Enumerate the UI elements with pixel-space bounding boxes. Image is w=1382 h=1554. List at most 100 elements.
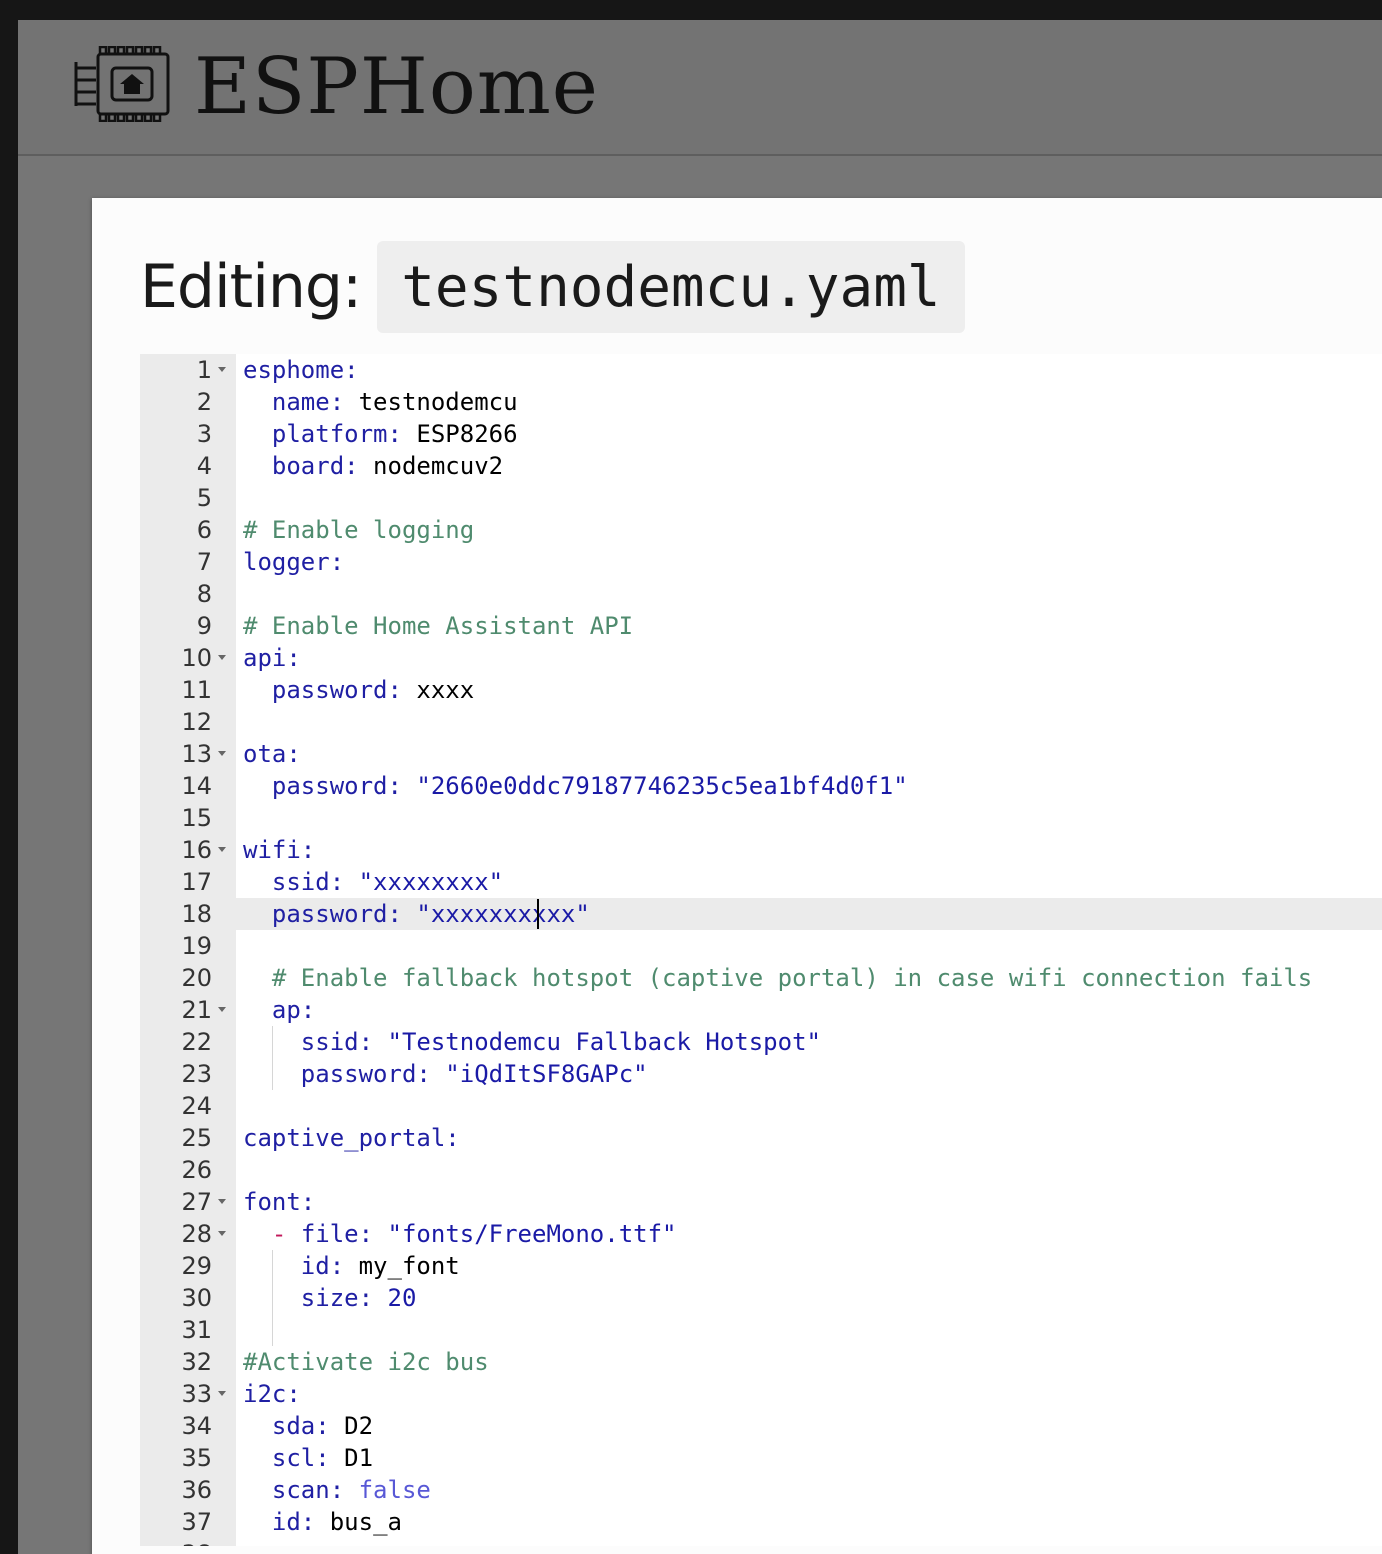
code-line[interactable]: 8 xyxy=(140,578,1382,610)
line-number: 26 xyxy=(181,1156,212,1184)
code-line[interactable]: 29 id: my_font xyxy=(140,1250,1382,1282)
code-text: i2c: xyxy=(243,1378,301,1410)
code-line[interactable]: 31 xyxy=(140,1314,1382,1346)
indent-guide xyxy=(272,1026,273,1090)
code-token: board: xyxy=(271,452,359,480)
code-line[interactable]: 15 xyxy=(140,802,1382,834)
code-line[interactable]: 11 password: xxxx xyxy=(140,674,1382,706)
code-token: "xxxxxxxxxx" xyxy=(416,900,590,928)
code-line[interactable]: 33 i2c: xyxy=(140,1378,1382,1410)
line-number: 32 xyxy=(181,1348,212,1376)
fold-toggle-icon[interactable] xyxy=(218,367,226,372)
code-token: "iQdItSF8GAPc" xyxy=(445,1060,648,1088)
code-token: "Testnodemcu Fallback Hotspot" xyxy=(387,1028,821,1056)
fold-toggle-icon[interactable] xyxy=(218,1391,226,1396)
code-lines[interactable]: 1 esphome: 2 name: testnodemcu 3 platform: … xyxy=(140,354,1382,1546)
line-number: 8 xyxy=(196,580,212,608)
code-line[interactable]: 4 board: nodemcuv2 xyxy=(140,450,1382,482)
line-number: 6 xyxy=(196,516,212,544)
fold-toggle-icon[interactable] xyxy=(218,655,226,660)
code-line[interactable]: 18 password: "xxxxxxxxxx" xyxy=(140,898,1382,930)
code-text: # Enable Home Assistant API xyxy=(243,610,633,642)
code-line[interactable]: 27 font: xyxy=(140,1186,1382,1218)
code-line[interactable]: 38 xyxy=(140,1538,1382,1546)
code-line[interactable]: 16 wifi: xyxy=(140,834,1382,866)
code-line[interactable]: 37 id: bus_a xyxy=(140,1506,1382,1538)
code-line[interactable]: 5 xyxy=(140,482,1382,514)
code-line[interactable]: 13 ota: xyxy=(140,738,1382,770)
line-number: 3 xyxy=(196,420,212,448)
code-text: captive_portal: xyxy=(243,1122,460,1154)
code-text: ota: xyxy=(243,738,301,770)
code-token: "2660e0ddc79187746235c5ea1bf4d0f1" xyxy=(416,772,908,800)
line-number: 33 xyxy=(181,1380,212,1408)
line-number: 17 xyxy=(181,868,212,896)
line-number: 11 xyxy=(181,676,212,704)
line-number: 22 xyxy=(181,1028,212,1056)
code-editor[interactable]: 1 esphome: 2 name: testnodemcu 3 platform: … xyxy=(140,354,1382,1546)
fold-toggle-icon[interactable] xyxy=(218,1199,226,1204)
code-line[interactable]: 14 password: "2660e0ddc79187746235c5ea1b… xyxy=(140,770,1382,802)
code-line[interactable]: 28 - file: "fonts/FreeMono.ttf" xyxy=(140,1218,1382,1250)
code-token: ESP8266 xyxy=(401,420,518,448)
code-text: name: testnodemcu xyxy=(243,386,518,418)
code-line[interactable]: 3 platform: ESP8266 xyxy=(140,418,1382,450)
code-line[interactable]: 6 # Enable logging xyxy=(140,514,1382,546)
code-token: - xyxy=(271,1220,287,1248)
code-text: scl: D1 xyxy=(243,1442,373,1474)
code-line[interactable]: 20 # Enable fallback hotspot (captive po… xyxy=(140,962,1382,994)
line-number: 24 xyxy=(181,1092,212,1120)
text-cursor xyxy=(537,899,540,929)
code-text: logger: xyxy=(243,546,344,578)
esphome-logo-icon[interactable] xyxy=(74,46,174,122)
code-line[interactable]: 1 esphome: xyxy=(140,354,1382,386)
code-line[interactable]: 30 size: 20 xyxy=(140,1282,1382,1314)
code-line[interactable]: 25 captive_portal: xyxy=(140,1122,1382,1154)
fold-toggle-icon[interactable] xyxy=(218,1007,226,1012)
code-line[interactable]: 36 scan: false xyxy=(140,1474,1382,1506)
code-line[interactable]: 32 #Activate i2c bus xyxy=(140,1346,1382,1378)
code-line[interactable]: 12 xyxy=(140,706,1382,738)
code-token: id: xyxy=(271,1508,316,1536)
code-line[interactable]: 34 sda: D2 xyxy=(140,1410,1382,1442)
line-number: 34 xyxy=(181,1412,212,1440)
line-number: 15 xyxy=(181,804,212,832)
code-token: logger: xyxy=(243,548,345,576)
code-token: password: xyxy=(271,772,402,800)
fold-toggle-icon[interactable] xyxy=(218,847,226,852)
code-line[interactable]: 35 scl: D1 xyxy=(140,1442,1382,1474)
code-line[interactable]: 19 xyxy=(140,930,1382,962)
code-line[interactable]: 10 api: xyxy=(140,642,1382,674)
line-number: 16 xyxy=(181,836,212,864)
code-text: # Enable logging xyxy=(243,514,474,546)
code-text: ap: xyxy=(243,994,315,1026)
code-line[interactable]: 21 ap: xyxy=(140,994,1382,1026)
code-line[interactable]: 2 name: testnodemcu xyxy=(140,386,1382,418)
code-token: D2 xyxy=(329,1412,374,1440)
code-line[interactable]: 9 # Enable Home Assistant API xyxy=(140,610,1382,642)
line-number: 37 xyxy=(181,1508,212,1536)
code-text: esphome: xyxy=(243,354,359,386)
fold-toggle-icon[interactable] xyxy=(218,751,226,756)
code-line[interactable]: 7 logger: xyxy=(140,546,1382,578)
code-text: scan: false xyxy=(243,1474,431,1506)
code-line[interactable]: 24 xyxy=(140,1090,1382,1122)
line-number: 1 xyxy=(196,356,212,384)
fold-toggle-icon[interactable] xyxy=(218,1231,226,1236)
code-line[interactable]: 17 ssid: "xxxxxxxx" xyxy=(140,866,1382,898)
code-line[interactable]: 22 ssid: "Testnodemcu Fallback Hotspot" xyxy=(140,1026,1382,1058)
line-number: 2 xyxy=(196,388,212,416)
code-token: xxxx xyxy=(401,676,475,704)
code-token: password: xyxy=(300,1060,431,1088)
code-line[interactable]: 23 password: "iQdItSF8GAPc" xyxy=(140,1058,1382,1090)
code-line[interactable]: 26 xyxy=(140,1154,1382,1186)
line-number: 10 xyxy=(181,644,212,672)
